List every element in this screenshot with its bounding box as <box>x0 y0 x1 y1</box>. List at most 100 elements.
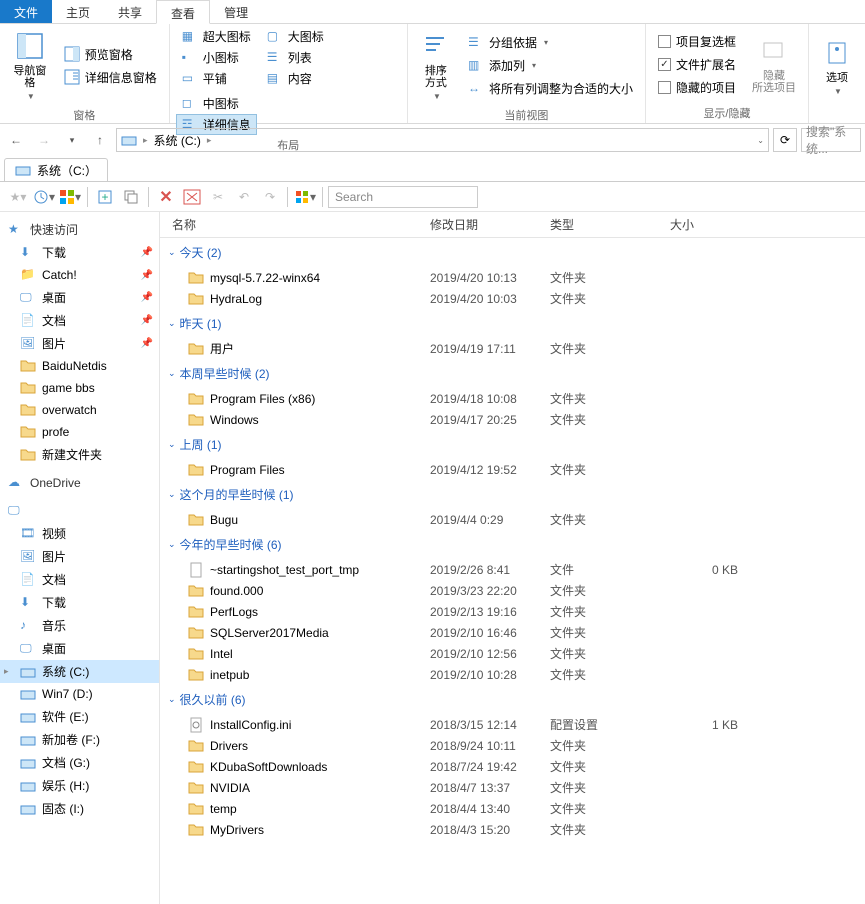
column-size[interactable]: 大小 <box>670 216 750 233</box>
location-tab[interactable]: 系统（C:） <box>4 158 108 181</box>
forward-button[interactable]: → <box>32 128 56 152</box>
file-row[interactable]: Program Files (x86)2019/4/18 10:08文件夹 <box>160 388 865 409</box>
addcolumns-button[interactable]: ▥添加列▾ <box>462 55 639 76</box>
group-header[interactable]: ⌄很久以前 (6) <box>160 685 865 714</box>
breadcrumb[interactable]: 系统 (C:) <box>154 132 201 149</box>
redo-button[interactable]: ↷ <box>258 185 282 209</box>
layout-tiles[interactable]: ▭平铺 <box>176 68 257 89</box>
nav-drive-item[interactable]: 娱乐 (H:) <box>0 774 159 797</box>
copy-button[interactable] <box>119 185 143 209</box>
nav-drive-item[interactable]: 固态 (I:) <box>0 797 159 820</box>
hide-selected-button[interactable]: 隐藏 所选项目 <box>746 31 802 98</box>
tab-home[interactable]: 主页 <box>52 0 104 23</box>
new-window-button[interactable]: + <box>93 185 117 209</box>
address-dropdown[interactable]: ⌄ <box>757 136 764 145</box>
file-row[interactable]: Bugu2019/4/4 0:29文件夹 <box>160 509 865 530</box>
view-dropdown[interactable]: ▾ <box>293 185 317 209</box>
file-row[interactable]: ~startingshot_test_port_tmp2019/2/26 8:4… <box>160 559 865 580</box>
nav-quick-item[interactable]: ⬇下载📌 <box>0 241 159 264</box>
file-row[interactable]: InstallConfig.ini2018/3/15 12:14配置设置1 KB <box>160 714 865 735</box>
group-header[interactable]: ⌄本周早些时候 (2) <box>160 359 865 388</box>
checkbox-extensions[interactable]: ✓文件扩展名 <box>652 54 742 75</box>
file-row[interactable]: Drivers2018/9/24 10:11文件夹 <box>160 735 865 756</box>
cut-button[interactable]: ✂ <box>206 185 230 209</box>
preview-pane-button[interactable]: 预览窗格 <box>58 44 163 65</box>
file-row[interactable]: Program Files2019/4/12 19:52文件夹 <box>160 459 865 480</box>
file-row[interactable]: Windows2019/4/17 20:25文件夹 <box>160 409 865 430</box>
file-row[interactable]: mysql-5.7.22-winx642019/4/20 10:13文件夹 <box>160 267 865 288</box>
file-row[interactable]: KDubaSoftDownloads2018/7/24 19:42文件夹 <box>160 756 865 777</box>
nav-library-item[interactable]: ⬇下载 <box>0 591 159 614</box>
layout-large[interactable]: ▢大图标 <box>261 26 330 47</box>
tab-file[interactable]: 文件 <box>0 0 52 23</box>
history-button[interactable]: ▾ <box>32 185 56 209</box>
group-header[interactable]: ⌄今年的早些时候 (6) <box>160 530 865 559</box>
group-header[interactable]: ⌄昨天 (1) <box>160 309 865 338</box>
group-header[interactable]: ⌄上周 (1) <box>160 430 865 459</box>
file-row[interactable]: Intel2019/2/10 12:56文件夹 <box>160 643 865 664</box>
toolbar-search[interactable]: Search <box>328 186 478 208</box>
file-row[interactable]: HydraLog2019/4/20 10:03文件夹 <box>160 288 865 309</box>
this-pc[interactable]: 🖵 <box>0 500 159 522</box>
column-type[interactable]: 类型 <box>550 216 670 233</box>
refresh-button[interactable]: ⟳ <box>773 128 797 152</box>
delete-button[interactable]: ✕ <box>154 185 178 209</box>
details-pane-button[interactable]: 详细信息窗格 <box>58 67 163 88</box>
nav-library-item[interactable]: 🎞视频 <box>0 522 159 545</box>
onedrive[interactable]: ☁ OneDrive <box>0 472 159 494</box>
undo-button[interactable]: ↶ <box>232 185 256 209</box>
file-row[interactable]: inetpub2019/2/10 10:28文件夹 <box>160 664 865 685</box>
nav-quick-item[interactable]: 🖵桌面📌 <box>0 286 159 309</box>
checkbox-itemcheckboxes[interactable]: 项目复选框 <box>652 31 742 52</box>
tab-share[interactable]: 共享 <box>104 0 156 23</box>
nav-quick-item[interactable]: 📁Catch!📌 <box>0 264 159 286</box>
sizecolumns-button[interactable]: ↔将所有列调整为合适的大小 <box>462 78 639 99</box>
file-row[interactable]: PerfLogs2019/2/13 19:16文件夹 <box>160 601 865 622</box>
nav-drive-item[interactable]: 文档 (G:) <box>0 751 159 774</box>
file-row[interactable]: found.0002019/3/23 22:20文件夹 <box>160 580 865 601</box>
file-row[interactable]: 用户2019/4/19 17:11文件夹 <box>160 338 865 359</box>
nav-folder-item[interactable]: game bbs <box>0 377 159 399</box>
nav-folder-item[interactable]: overwatch <box>0 399 159 421</box>
layout-list[interactable]: ☰列表 <box>261 47 330 68</box>
layout-extralarge[interactable]: ▦超大图标 <box>176 26 257 47</box>
file-row[interactable]: NVIDIA2018/4/7 13:37文件夹 <box>160 777 865 798</box>
delete-perm-button[interactable] <box>180 185 204 209</box>
options-button[interactable]: 选项 ▼ <box>815 33 859 100</box>
nav-folder-item[interactable]: BaiduNetdis <box>0 355 159 377</box>
column-name[interactable]: 名称 <box>160 216 430 233</box>
nav-library-item[interactable]: 🖼图片 <box>0 545 159 568</box>
quick-access[interactable]: ★ 快速访问 <box>0 218 159 241</box>
tab-manage[interactable]: 管理 <box>210 0 262 23</box>
chevron-right-icon[interactable]: ▸ <box>207 135 212 146</box>
nav-drive-item[interactable]: ▸系统 (C:) <box>0 660 159 683</box>
nav-pane-button[interactable]: 导航窗格 ▼ <box>6 26 54 105</box>
back-button[interactable]: ← <box>4 128 28 152</box>
layout-content[interactable]: ▤内容 <box>261 68 330 89</box>
chevron-right-icon[interactable]: ▸ <box>143 135 148 146</box>
nav-drive-item[interactable]: Win7 (D:) <box>0 683 159 705</box>
tab-view[interactable]: 查看 <box>156 0 210 24</box>
chevron-right-icon[interactable]: ▸ <box>4 666 14 677</box>
up-button[interactable]: ↑ <box>88 128 112 152</box>
nav-library-item[interactable]: 🖵桌面 <box>0 637 159 660</box>
recent-dropdown[interactable]: ▾ <box>60 128 84 152</box>
layout-medium[interactable]: ◻中图标 <box>176 93 257 114</box>
group-header[interactable]: ⌄这个月的早些时候 (1) <box>160 480 865 509</box>
nav-quick-item[interactable]: 📄文档📌 <box>0 309 159 332</box>
groupby-button[interactable]: ☰分组依据▾ <box>462 32 639 53</box>
group-header[interactable]: ⌄今天 (2) <box>160 238 865 267</box>
file-row[interactable]: SQLServer2017Media2019/2/10 16:46文件夹 <box>160 622 865 643</box>
file-row[interactable]: temp2018/4/4 13:40文件夹 <box>160 798 865 819</box>
nav-library-item[interactable]: ♪音乐 <box>0 614 159 637</box>
nav-drive-item[interactable]: 新加卷 (F:) <box>0 728 159 751</box>
nav-library-item[interactable]: 📄文档 <box>0 568 159 591</box>
windows-button[interactable]: ▾ <box>58 185 82 209</box>
address-bar[interactable]: ▸ 系统 (C:) ▸ ⌄ <box>116 128 769 152</box>
nav-folder-item[interactable]: profe <box>0 421 159 443</box>
sort-button[interactable]: 排序方式 ▼ <box>414 26 458 105</box>
nav-drive-item[interactable]: 软件 (E:) <box>0 705 159 728</box>
nav-quick-item[interactable]: 🖼图片📌 <box>0 332 159 355</box>
search-box[interactable]: 搜索"系统... <box>801 128 861 152</box>
file-row[interactable]: MyDrivers2018/4/3 15:20文件夹 <box>160 819 865 840</box>
